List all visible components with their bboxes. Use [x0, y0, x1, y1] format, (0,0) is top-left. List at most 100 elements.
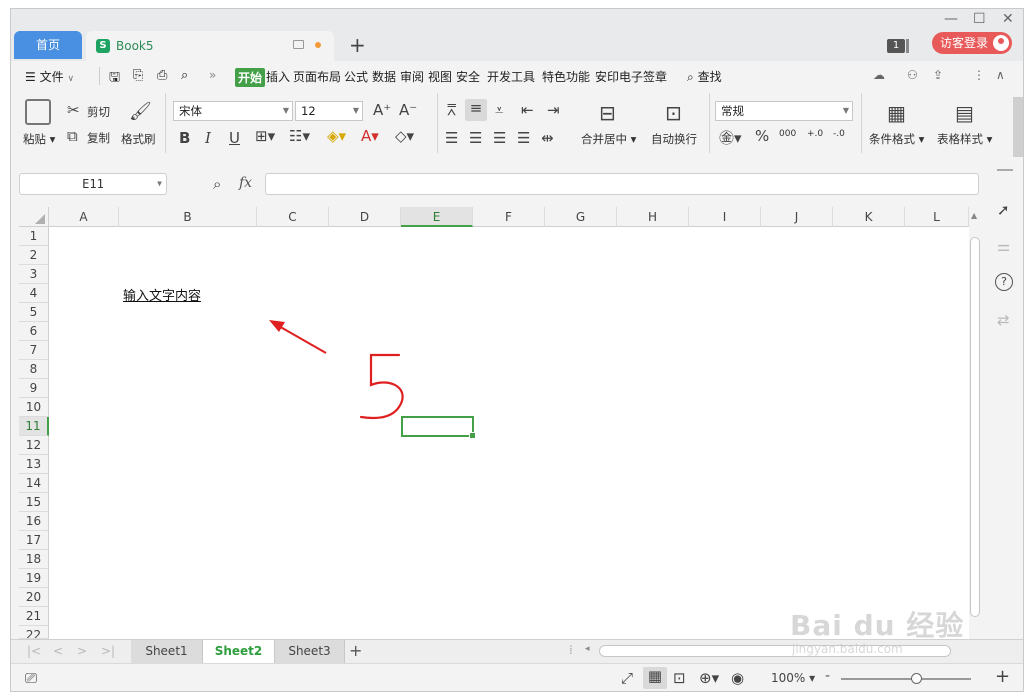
zoom-out-button[interactable]: -	[825, 668, 830, 684]
zoom-level[interactable]: 100% ▾	[771, 671, 815, 685]
monitor-icon[interactable]	[293, 40, 304, 49]
splitter-icon[interactable]: ⁞	[569, 643, 573, 657]
save-icon[interactable]: 🖫	[109, 68, 120, 90]
tab-features[interactable]: 特色功能	[542, 68, 590, 85]
auto-wrap-button[interactable]: 自动换行	[651, 131, 697, 147]
align-top-icon[interactable]: ⩞	[447, 101, 456, 119]
tab-formula[interactable]: 公式	[344, 68, 368, 85]
align-center-icon[interactable]: ☰	[469, 129, 482, 147]
translate-icon[interactable]: ⇄	[997, 311, 1010, 329]
name-box[interactable]: E11 ▼	[19, 173, 167, 195]
share-icon[interactable]: ⇪	[933, 68, 943, 82]
font-shrink-icon[interactable]: A⁻	[399, 101, 417, 119]
align-right-icon[interactable]: ☰	[493, 129, 506, 147]
file-menu[interactable]: ☰ 文件 ∨	[25, 68, 74, 85]
distribute-icon[interactable]: ⇹	[541, 129, 554, 147]
percent-button[interactable]: %	[755, 127, 769, 145]
eraser-icon[interactable]: ◇▾	[395, 127, 414, 145]
currency-icon[interactable]: ㊎▾	[719, 127, 742, 148]
table-style-button[interactable]: 表格样式 ▾	[937, 131, 992, 147]
indent-decrease-icon[interactable]: ⇤	[521, 101, 534, 119]
underline-button[interactable]: U	[229, 129, 240, 147]
font-color-icon[interactable]: A▾	[361, 127, 379, 145]
align-middle-icon[interactable]: ≡	[465, 99, 487, 121]
collapse-ribbon-icon[interactable]: ∧	[996, 68, 1005, 82]
normal-view-icon[interactable]: ▦	[643, 667, 667, 689]
increase-decimal-button[interactable]: +.0	[807, 129, 823, 139]
align-bottom-icon[interactable]: ⩡	[495, 101, 503, 119]
sheet-tab-sheet1[interactable]: Sheet1	[131, 640, 203, 663]
guest-login-button[interactable]: 访客登录	[932, 32, 1012, 54]
sheet-tab-sheet3[interactable]: Sheet3	[275, 640, 345, 663]
cell-style-icon[interactable]: ☷▾	[289, 127, 310, 145]
zoom-in-button[interactable]: +	[995, 666, 1010, 687]
format-painter-icon[interactable]: 🖌	[129, 101, 152, 122]
last-sheet-icon[interactable]: >|	[101, 644, 115, 658]
tab-home[interactable]: 首页	[14, 31, 82, 59]
thousands-button[interactable]: 000	[779, 129, 796, 139]
align-left-icon[interactable]: ☰	[445, 129, 458, 147]
tab-developer[interactable]: 开发工具	[487, 68, 535, 85]
scroll-left-icon[interactable]: ◂	[585, 644, 590, 654]
merge-center-button[interactable]: 合并居中 ▾	[581, 131, 636, 147]
more-options-icon[interactable]: ⋮	[973, 68, 985, 82]
ribbon-scroll-handle[interactable]	[1013, 97, 1023, 157]
cloud-icon[interactable]: ☁	[873, 68, 885, 82]
prev-sheet-icon[interactable]: <	[53, 644, 63, 658]
eye-protection-icon[interactable]: ◉	[731, 669, 744, 687]
paste-icon[interactable]	[25, 99, 51, 125]
add-sheet-button[interactable]: +	[349, 641, 362, 660]
tab-start[interactable]: 开始	[235, 68, 266, 87]
search-button[interactable]: ⌕ 查找	[687, 68, 722, 85]
print-preview-icon[interactable]: ⌕	[181, 68, 188, 83]
tab-view[interactable]: 视图	[428, 68, 452, 85]
next-sheet-icon[interactable]: >	[77, 644, 87, 658]
border-icon[interactable]: ⊞▾	[255, 127, 275, 145]
tab-review[interactable]: 审阅	[400, 68, 424, 85]
copy-button[interactable]: 复制	[87, 130, 110, 146]
zoom-slider-track[interactable]	[841, 678, 971, 680]
print-icon[interactable]: ⎙	[157, 68, 167, 83]
tab-security[interactable]: 安全	[456, 68, 480, 85]
bold-button[interactable]: B	[179, 129, 190, 147]
first-sheet-icon[interactable]: |<	[27, 644, 41, 658]
fullscreen-icon[interactable]: ⤢	[621, 669, 633, 687]
merge-center-icon[interactable]: ⊟	[599, 101, 616, 125]
tab-document[interactable]: S Book5	[86, 31, 334, 61]
macro-record-icon[interactable]: ⎚	[25, 669, 37, 687]
italic-button[interactable]: I	[205, 129, 211, 147]
conditional-format-icon[interactable]: ▦	[887, 101, 906, 125]
copy-icon[interactable]: ⧉	[67, 127, 78, 145]
conditional-format-button[interactable]: 条件格式 ▾	[869, 131, 924, 147]
zoom-formula-icon[interactable]: ⌕	[213, 175, 221, 193]
settings-sliders-icon[interactable]: ⚌	[997, 237, 1010, 255]
table-style-icon[interactable]: ▤	[955, 101, 974, 125]
number-format-select[interactable]: 常规 ▼	[715, 101, 853, 121]
vertical-scroll-thumb[interactable]	[970, 237, 980, 617]
sheet-tab-sheet2[interactable]: Sheet2	[203, 640, 275, 663]
fill-color-icon[interactable]: ◈▾	[327, 127, 346, 145]
scissors-icon[interactable]: ✂	[67, 101, 80, 119]
sheet-grid[interactable]: A B C D E F G H I J K L 1 2 3 4 5 6 7 8 …	[19, 207, 969, 639]
format-painter-button[interactable]: 格式刷	[121, 131, 156, 147]
tab-insert[interactable]: 插入	[266, 68, 290, 85]
justify-icon[interactable]: ☰	[517, 129, 530, 147]
reading-mode-icon[interactable]: ⊕▾	[699, 669, 719, 687]
vertical-scrollbar[interactable]: ▲	[969, 207, 981, 639]
maximize-icon[interactable]: ☐	[973, 11, 986, 27]
tab-e-signature[interactable]: 安印电子签章	[595, 68, 667, 85]
formula-input[interactable]	[265, 173, 979, 195]
help-icon[interactable]: ?	[995, 273, 1013, 291]
export-pdf-icon[interactable]: ⎘	[133, 68, 143, 83]
new-tab-button[interactable]: +	[349, 33, 366, 57]
auto-wrap-icon[interactable]: ⊡	[665, 101, 682, 125]
cut-button[interactable]: 剪切	[87, 104, 110, 120]
indent-increase-icon[interactable]: ⇥	[547, 101, 560, 119]
scroll-up-icon[interactable]: ▲	[971, 211, 977, 220]
tab-data[interactable]: 数据	[372, 68, 396, 85]
share-user-icon[interactable]: ⚇	[907, 68, 918, 82]
paste-button[interactable]: 粘贴 ▾	[23, 131, 55, 147]
more-menu-button[interactable]: »	[209, 68, 216, 82]
decrease-decimal-button[interactable]: -.0	[833, 129, 845, 139]
font-grow-icon[interactable]: A⁺	[373, 101, 391, 119]
